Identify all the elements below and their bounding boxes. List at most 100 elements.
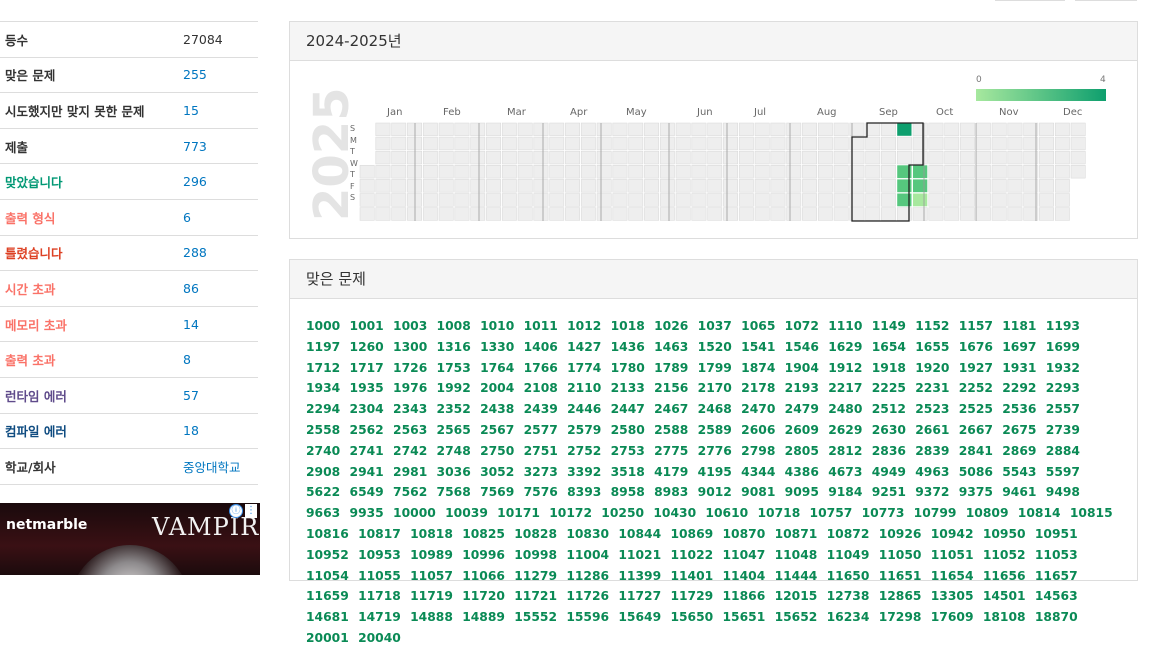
problem-link[interactable]: 2231 bbox=[915, 381, 949, 395]
ad-info-icon[interactable]: ⓘ bbox=[229, 504, 243, 518]
day-cell[interactable] bbox=[817, 179, 833, 193]
day-cell[interactable] bbox=[960, 165, 975, 179]
stat-value[interactable]: 57 bbox=[183, 388, 199, 403]
day-cell[interactable] bbox=[865, 207, 881, 221]
problem-link[interactable]: 4195 bbox=[698, 465, 732, 479]
problem-link[interactable]: 2751 bbox=[524, 444, 558, 458]
problem-link[interactable]: 14719 bbox=[358, 610, 401, 624]
problem-link[interactable]: 1764 bbox=[480, 361, 514, 375]
day-cell[interactable] bbox=[533, 165, 549, 179]
day-cell[interactable] bbox=[628, 122, 644, 137]
problem-link[interactable]: 11727 bbox=[618, 589, 661, 603]
day-cell[interactable] bbox=[501, 136, 517, 151]
day-cell[interactable] bbox=[913, 179, 928, 193]
day-cell[interactable] bbox=[1070, 150, 1086, 165]
problem-link[interactable]: 1406 bbox=[524, 340, 558, 354]
problem-link[interactable]: 4344 bbox=[741, 465, 775, 479]
day-cell[interactable] bbox=[375, 150, 391, 165]
problem-link[interactable]: 2567 bbox=[480, 423, 514, 437]
day-cell[interactable] bbox=[1070, 122, 1086, 137]
problem-link[interactable]: 10039 bbox=[445, 506, 488, 520]
day-cell[interactable] bbox=[675, 122, 691, 137]
day-cell[interactable] bbox=[944, 136, 960, 151]
day-cell[interactable] bbox=[391, 122, 407, 137]
problem-link[interactable]: 11719 bbox=[410, 589, 453, 603]
day-cell[interactable] bbox=[1039, 136, 1054, 151]
problem-link[interactable]: 1753 bbox=[437, 361, 471, 375]
day-cell[interactable] bbox=[501, 207, 517, 221]
problem-link[interactable]: 10799 bbox=[914, 506, 957, 520]
stat-value[interactable]: 15 bbox=[183, 103, 199, 118]
problem-link[interactable]: 2110 bbox=[567, 381, 601, 395]
day-cell[interactable] bbox=[865, 165, 881, 179]
day-cell[interactable] bbox=[596, 150, 612, 165]
day-cell[interactable] bbox=[991, 193, 1007, 207]
problem-link[interactable]: 2748 bbox=[437, 444, 471, 458]
day-cell[interactable] bbox=[501, 122, 517, 137]
day-cell[interactable] bbox=[470, 136, 486, 151]
day-cell[interactable] bbox=[913, 193, 928, 207]
problem-link[interactable]: 9012 bbox=[698, 485, 732, 499]
problem-link[interactable]: 15552 bbox=[514, 610, 557, 624]
problem-link[interactable]: 11399 bbox=[618, 569, 661, 583]
day-cell[interactable] bbox=[628, 179, 644, 193]
day-cell[interactable] bbox=[422, 150, 438, 165]
problem-link[interactable]: 2675 bbox=[1002, 423, 1036, 437]
problem-link[interactable]: 11047 bbox=[723, 548, 766, 562]
day-cell[interactable] bbox=[438, 207, 454, 221]
day-cell[interactable] bbox=[881, 150, 896, 165]
problem-link[interactable]: 2467 bbox=[654, 402, 688, 416]
day-cell[interactable] bbox=[960, 150, 975, 165]
problem-link[interactable]: 11726 bbox=[566, 589, 609, 603]
problem-link[interactable]: 1799 bbox=[698, 361, 732, 375]
day-cell[interactable] bbox=[533, 122, 549, 137]
day-cell[interactable] bbox=[565, 122, 580, 137]
problem-link[interactable]: 18108 bbox=[983, 610, 1026, 624]
day-cell[interactable] bbox=[881, 136, 896, 151]
problem-link[interactable]: 10610 bbox=[705, 506, 748, 520]
day-cell[interactable] bbox=[1007, 193, 1023, 207]
day-cell[interactable] bbox=[1039, 179, 1054, 193]
day-cell[interactable] bbox=[1054, 193, 1070, 207]
problem-link[interactable]: 11051 bbox=[931, 548, 974, 562]
day-cell[interactable] bbox=[565, 193, 580, 207]
day-cell[interactable] bbox=[580, 179, 596, 193]
day-cell[interactable] bbox=[470, 193, 486, 207]
problem-link[interactable]: 2217 bbox=[828, 381, 862, 395]
day-cell[interactable] bbox=[991, 150, 1007, 165]
problem-link[interactable]: 7569 bbox=[480, 485, 514, 499]
day-cell[interactable] bbox=[359, 165, 375, 179]
problem-link[interactable]: 20001 bbox=[306, 631, 349, 645]
day-cell[interactable] bbox=[1039, 207, 1054, 221]
problem-link[interactable]: 2667 bbox=[959, 423, 993, 437]
problem-link[interactable]: 11053 bbox=[1035, 548, 1078, 562]
day-cell[interactable] bbox=[359, 179, 375, 193]
problem-link[interactable]: 11279 bbox=[514, 569, 557, 583]
problem-link[interactable]: 1520 bbox=[698, 340, 732, 354]
day-cell[interactable] bbox=[628, 136, 644, 151]
day-cell[interactable] bbox=[928, 207, 944, 221]
day-cell[interactable] bbox=[517, 207, 533, 221]
day-cell[interactable] bbox=[596, 165, 612, 179]
problem-link[interactable]: 11444 bbox=[775, 569, 818, 583]
day-cell[interactable] bbox=[422, 193, 438, 207]
day-cell[interactable] bbox=[817, 136, 833, 151]
day-cell[interactable] bbox=[644, 193, 659, 207]
day-cell[interactable] bbox=[375, 165, 391, 179]
day-cell[interactable] bbox=[659, 179, 675, 193]
problem-link[interactable]: 10718 bbox=[757, 506, 800, 520]
problem-link[interactable]: 2981 bbox=[393, 465, 427, 479]
problem-link[interactable]: 11286 bbox=[566, 569, 609, 583]
day-cell[interactable] bbox=[659, 150, 675, 165]
problem-link[interactable]: 10996 bbox=[462, 548, 505, 562]
problem-link[interactable]: 2352 bbox=[437, 402, 471, 416]
problem-link[interactable]: 12865 bbox=[879, 589, 922, 603]
day-cell[interactable] bbox=[944, 122, 960, 137]
day-cell[interactable] bbox=[960, 193, 975, 207]
day-cell[interactable] bbox=[975, 122, 991, 137]
problem-link[interactable]: 1927 bbox=[959, 361, 993, 375]
day-cell[interactable] bbox=[1070, 165, 1086, 179]
day-cell[interactable] bbox=[770, 165, 786, 179]
day-cell[interactable] bbox=[691, 150, 707, 165]
day-cell[interactable] bbox=[896, 136, 912, 151]
